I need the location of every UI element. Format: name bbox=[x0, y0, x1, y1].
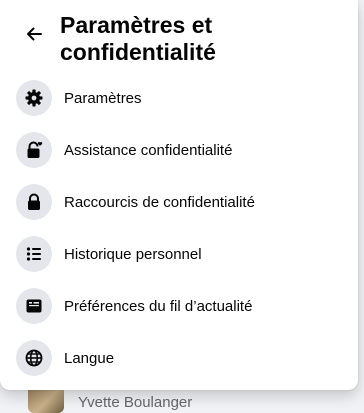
menu-item-raccourcis-confidentialite[interactable]: Raccourcis de confidentialité bbox=[8, 176, 350, 228]
menu-item-label: Historique personnel bbox=[64, 245, 202, 263]
menu-item-assistance-confidentialite[interactable]: Assistance confidentialité bbox=[8, 124, 350, 176]
settings-menu: Paramètres Assistance confidentialité Ra… bbox=[0, 72, 358, 384]
menu-item-label: Raccourcis de confidentialité bbox=[64, 193, 255, 211]
list-icon bbox=[16, 236, 52, 272]
menu-item-label: Préférences du fil d’actualité bbox=[64, 297, 253, 315]
menu-item-parametres[interactable]: Paramètres bbox=[8, 72, 350, 124]
arrow-left-icon bbox=[24, 24, 44, 44]
settings-privacy-panel: Paramètres et confidentialité Paramètres… bbox=[0, 0, 358, 390]
lock-icon bbox=[16, 184, 52, 220]
menu-item-label: Paramètres bbox=[64, 89, 142, 107]
menu-item-label: Assistance confidentialité bbox=[64, 141, 233, 159]
menu-item-historique-personnel[interactable]: Historique personnel bbox=[8, 228, 350, 280]
panel-header: Paramètres et confidentialité bbox=[0, 0, 358, 72]
menu-item-label: Langue bbox=[64, 349, 115, 367]
panel-title: Paramètres et confidentialité bbox=[60, 12, 216, 65]
contact-name: Yvette Boulanger bbox=[78, 393, 193, 411]
back-button[interactable] bbox=[16, 16, 52, 52]
feed-icon bbox=[16, 288, 52, 324]
menu-item-preferences-fil[interactable]: Préférences du fil d’actualité bbox=[8, 280, 350, 332]
lock-heart-icon bbox=[16, 132, 52, 168]
gear-icon bbox=[16, 80, 52, 116]
globe-icon bbox=[16, 340, 52, 376]
menu-item-langue[interactable]: Langue bbox=[8, 332, 350, 384]
